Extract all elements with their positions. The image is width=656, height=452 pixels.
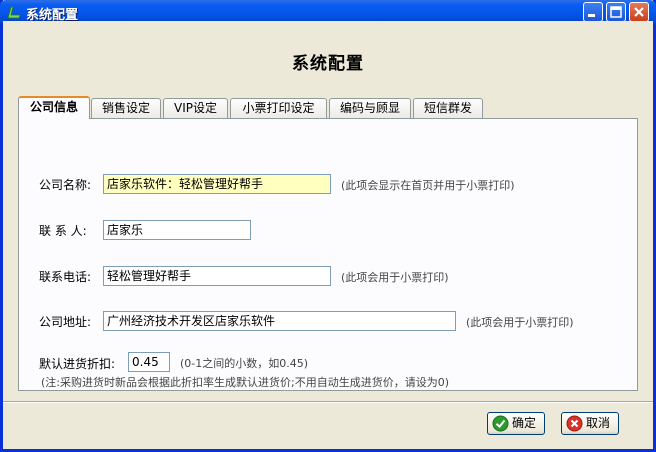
close-button[interactable] [629, 2, 649, 22]
company-name-label: 公司名称: [39, 178, 92, 192]
ok-button-label: 确定 [512, 416, 537, 430]
check-icon [492, 415, 509, 432]
ok-button[interactable]: 确定 [487, 412, 545, 435]
phone-label: 联系电话: [39, 270, 92, 284]
maximize-icon [610, 6, 622, 18]
discount-label: 默认进货折扣: [39, 357, 116, 371]
phone-hint: (此项会用于小票打印) [341, 271, 449, 284]
app-logo-icon [6, 4, 22, 20]
phone-input[interactable]: 轻松管理好帮手 [103, 266, 331, 286]
discount-input[interactable]: 0.45 [128, 352, 170, 372]
settings-window: 系统配置 系统配置 公司信息 销售设定 VIP设定 小票打印设定 编码与顾显 短… [0, 0, 656, 452]
close-icon [634, 7, 644, 17]
minimize-icon [588, 14, 595, 17]
address-label: 公司地址: [39, 315, 92, 329]
contact-input[interactable]: 店家乐 [103, 220, 251, 240]
tab-sales-settings[interactable]: 销售设定 [91, 98, 161, 118]
company-info-panel: 公司名称: 店家乐软件：轻松管理好帮手 (此项会显示在首页并用于小票打印) 联 … [18, 118, 638, 391]
minimize-button[interactable] [583, 2, 603, 22]
dialog-content: 系统配置 公司信息 销售设定 VIP设定 小票打印设定 编码与顾显 短信群发 公… [3, 21, 653, 449]
tab-company-info[interactable]: 公司信息 [18, 96, 90, 119]
tab-code-display[interactable]: 编码与顾显 [329, 98, 411, 118]
cancel-icon [566, 415, 583, 432]
cancel-button[interactable]: 取消 [561, 412, 619, 435]
discount-note: (注:采购进货时新品会根据此折扣率生成默认进货价;不用自动生成进货价，请设为0) [41, 376, 449, 389]
tab-receipt-print-settings[interactable]: 小票打印设定 [230, 98, 327, 118]
button-separator [3, 401, 653, 403]
page-title: 系统配置 [292, 54, 364, 74]
company-name-input[interactable]: 店家乐软件：轻松管理好帮手 [103, 174, 331, 194]
tab-sms-broadcast[interactable]: 短信群发 [413, 98, 483, 118]
maximize-button[interactable] [606, 2, 626, 22]
address-hint: (此项会用于小票打印) [466, 316, 574, 329]
discount-hint: (0-1之间的小数，如0.45) [180, 357, 309, 370]
company-name-hint: (此项会显示在首页并用于小票打印) [341, 179, 515, 192]
address-input[interactable]: 广州经济技术开发区店家乐软件 [103, 311, 456, 331]
cancel-button-label: 取消 [586, 416, 611, 430]
contact-label: 联 系 人: [39, 224, 87, 238]
tab-vip-settings[interactable]: VIP设定 [163, 98, 228, 118]
